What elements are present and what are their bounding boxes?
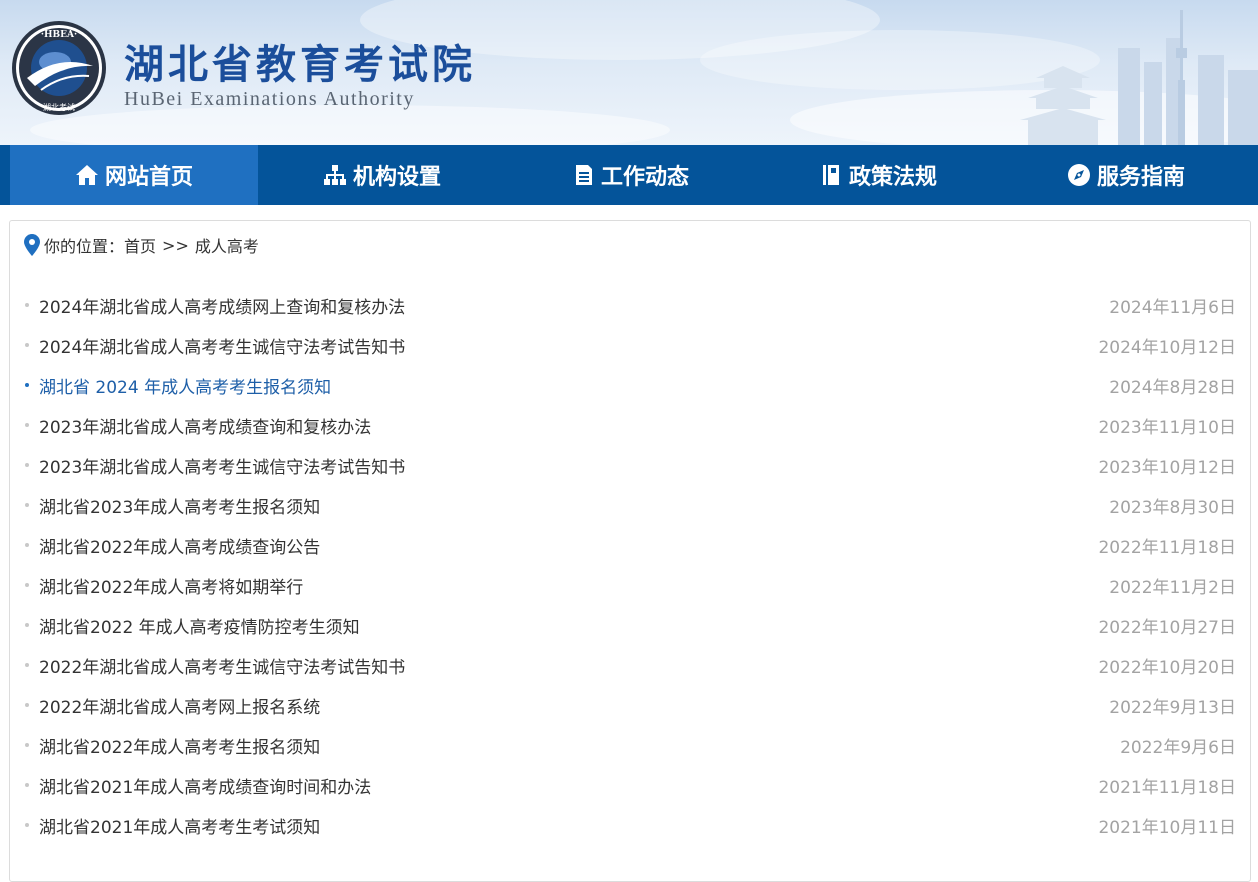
list-item: 2024年湖北省成人高考成绩网上查询和复核办法 2024年11月6日 [24, 285, 1236, 325]
svg-text:·HBEA·: ·HBEA· [41, 30, 77, 40]
bullet [25, 623, 29, 627]
nav-label: 网站首页 [104, 165, 193, 190]
article-link[interactable]: 湖北省 2024 年成人高考考生报名须知 [39, 373, 331, 398]
article-date: 2022年10月20日 [1098, 657, 1236, 678]
nav-label: 政策法规 [848, 165, 937, 190]
list-item: 湖北省2021年成人高考成绩查询时间和办法 2021年11月18日 [24, 765, 1236, 805]
article-link[interactable]: 2024年湖北省成人高考成绩网上查询和复核办法 [39, 293, 405, 318]
article-date: 2023年10月12日 [1098, 457, 1236, 478]
site-title: 湖北省教育考试院 [124, 41, 476, 88]
article-link[interactable]: 2022年湖北省成人高考考生诚信守法考试告知书 [39, 653, 405, 678]
article-date: 2021年10月11日 [1098, 817, 1236, 838]
list-item: 湖北省2022年成人高考将如期举行 2022年11月2日 [24, 565, 1236, 605]
bullet [25, 423, 29, 427]
article-date: 2022年10月27日 [1098, 617, 1236, 638]
list-item: 湖北省 2024 年成人高考考生报名须知 2024年8月28日 [24, 365, 1236, 405]
article-link[interactable]: 湖北省2022年成人高考成绩查询公告 [39, 533, 320, 558]
list-item: 2022年湖北省成人高考网上报名系统 2022年9月13日 [24, 685, 1236, 725]
article-link[interactable]: 湖北省2022 年成人高考疫情防控考生须知 [39, 613, 360, 638]
bullet [25, 583, 29, 587]
bullet [25, 503, 29, 507]
breadcrumb-home-link[interactable]: 首页 [124, 233, 156, 257]
nav-item-news[interactable]: 工作动态 [506, 145, 754, 205]
site-title-english: HuBei Examinations Authority [124, 88, 415, 110]
nav-item-home[interactable]: 网站首页 [10, 145, 258, 205]
list-item: 湖北省2022 年成人高考疫情防控考生须知 2022年10月27日 [24, 605, 1236, 645]
article-link[interactable]: 湖北省2022年成人高考考生报名须知 [39, 733, 320, 758]
breadcrumb-separator: >> [162, 235, 189, 255]
article-date: 2022年11月2日 [1109, 577, 1236, 598]
nav-label: 工作动态 [600, 165, 689, 190]
nav-label: 机构设置 [352, 165, 441, 190]
breadcrumb-current[interactable]: 成人高考 [195, 233, 259, 257]
list-item: 湖北省2023年成人高考考生报名须知 2023年8月30日 [24, 485, 1236, 525]
nav-item-policy[interactable]: 政策法规 [754, 145, 1002, 205]
bullet [25, 543, 29, 547]
article-link[interactable]: 湖北省2021年成人高考考生考试须知 [39, 813, 320, 838]
main-navigation: 网站首页 机构设置 工作动态 政策法规 服务指南 [0, 145, 1258, 205]
home-icon [75, 165, 98, 185]
list-item: 湖北省2022年成人高考考生报名须知 2022年9月6日 [24, 725, 1236, 765]
article-link[interactable]: 2024年湖北省成人高考考生诚信守法考试告知书 [39, 333, 405, 358]
bullet [25, 783, 29, 787]
article-link[interactable]: 湖北省2021年成人高考成绩查询时间和办法 [39, 773, 371, 798]
article-link[interactable]: 湖北省2023年成人高考考生报名须知 [39, 493, 320, 518]
news-icon [575, 165, 592, 185]
header-banner: ·HBEA· 湖北考试 湖北省教育考试院 HuBei Examinations … [0, 0, 1258, 145]
list-item: 2023年湖北省成人高考考生诚信守法考试告知书 2023年10月12日 [24, 445, 1236, 485]
article-link[interactable]: 2023年湖北省成人高考成绩查询和复核办法 [39, 413, 371, 438]
list-item: 2023年湖北省成人高考成绩查询和复核办法 2023年11月10日 [24, 405, 1236, 445]
bullet [25, 743, 29, 747]
breadcrumb: 你的位置： 首页 >> 成人高考 [24, 234, 259, 256]
hbea-logo: ·HBEA· 湖北考试 [12, 21, 106, 115]
article-list: 2024年湖北省成人高考成绩网上查询和复核办法 2024年11月6日 2024年湖… [24, 285, 1236, 845]
article-date: 2022年11月18日 [1098, 537, 1236, 558]
list-item: 湖北省2021年成人高考考生考试须知 2021年10月11日 [24, 805, 1236, 845]
bullet [25, 663, 29, 667]
sitemap-icon [323, 165, 346, 185]
bullet [25, 703, 29, 707]
article-date: 2024年11月6日 [1109, 297, 1236, 318]
nav-item-service[interactable]: 服务指南 [1002, 145, 1250, 205]
bullet [25, 823, 29, 827]
article-link[interactable]: 2022年湖北省成人高考网上报名系统 [39, 693, 320, 718]
article-date: 2024年10月12日 [1098, 337, 1236, 358]
bullet [25, 383, 29, 387]
article-link[interactable]: 湖北省2022年成人高考将如期举行 [39, 573, 303, 598]
article-date: 2023年11月10日 [1098, 417, 1236, 438]
article-date: 2022年9月13日 [1109, 697, 1236, 718]
svg-text:湖北考试: 湖北考试 [43, 102, 75, 112]
bullet [25, 463, 29, 467]
article-date: 2021年11月18日 [1098, 777, 1236, 798]
content-panel: 你的位置： 首页 >> 成人高考 2024年湖北省成人高考成绩网上查询和复核办法… [9, 220, 1251, 882]
list-item: 湖北省2022年成人高考成绩查询公告 2022年11月18日 [24, 525, 1236, 565]
article-date: 2023年8月30日 [1109, 497, 1236, 518]
breadcrumb-prefix: 你的位置： [44, 237, 125, 256]
city-skyline-illustration [1020, 10, 1258, 145]
article-link[interactable]: 2023年湖北省成人高考考生诚信守法考试告知书 [39, 453, 405, 478]
article-date: 2022年9月6日 [1120, 737, 1236, 758]
list-item: 2024年湖北省成人高考考生诚信守法考试告知书 2024年10月12日 [24, 325, 1236, 365]
location-pin-icon [24, 234, 40, 256]
bullet [25, 343, 29, 347]
book-icon [822, 165, 839, 185]
list-item: 2022年湖北省成人高考考生诚信守法考试告知书 2022年10月20日 [24, 645, 1236, 685]
article-date: 2024年8月28日 [1109, 377, 1236, 398]
nav-label: 服务指南 [1096, 165, 1185, 190]
bullet [25, 303, 29, 307]
nav-item-organization[interactable]: 机构设置 [258, 145, 506, 205]
compass-icon [1067, 164, 1090, 186]
